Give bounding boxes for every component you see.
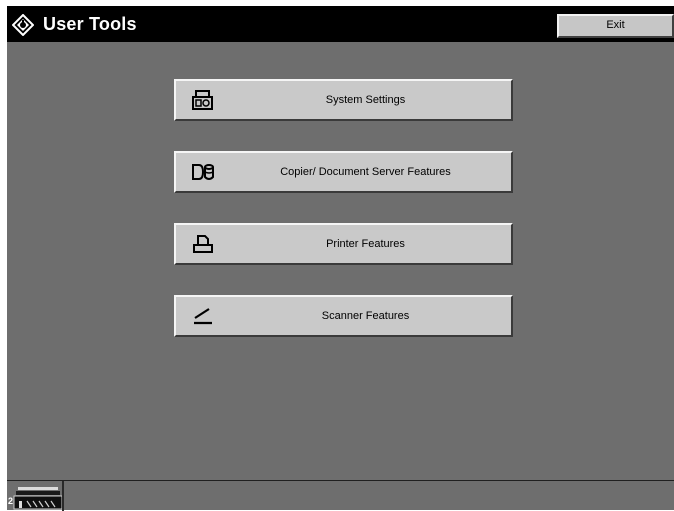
copier-document-server-label: Copier/ Document Server Features (280, 166, 451, 178)
main-panel: System Settings Copier/ Document Server … (7, 42, 674, 480)
system-settings-icon (192, 90, 213, 110)
system-settings-label: System Settings (325, 94, 406, 106)
exit-button[interactable]: Exit (557, 14, 674, 38)
scanner-icon (194, 308, 212, 325)
scanner-features-label: Scanner Features (321, 310, 410, 322)
scanner-features-button[interactable]: Scanner Features (174, 295, 513, 337)
tray-number: 2 (8, 496, 14, 506)
paper-tray-icon (13, 487, 63, 510)
user-tools-icon (12, 14, 34, 36)
user-tools-screen: User Tools Exit System Settings Copier/ … (7, 6, 674, 511)
copier-document-server-button[interactable]: Copier/ Document Server Features (174, 151, 513, 193)
page-title: User Tools (43, 14, 137, 34)
copier-icon (192, 164, 214, 180)
printer-features-label: Printer Features (326, 238, 405, 250)
status-divider (62, 481, 64, 511)
title-bar: User Tools Exit (7, 6, 674, 42)
status-bar: 2 (7, 480, 674, 511)
printer-features-button[interactable]: Printer Features (174, 223, 513, 265)
printer-icon (193, 235, 213, 253)
system-settings-button[interactable]: System Settings (174, 79, 513, 121)
